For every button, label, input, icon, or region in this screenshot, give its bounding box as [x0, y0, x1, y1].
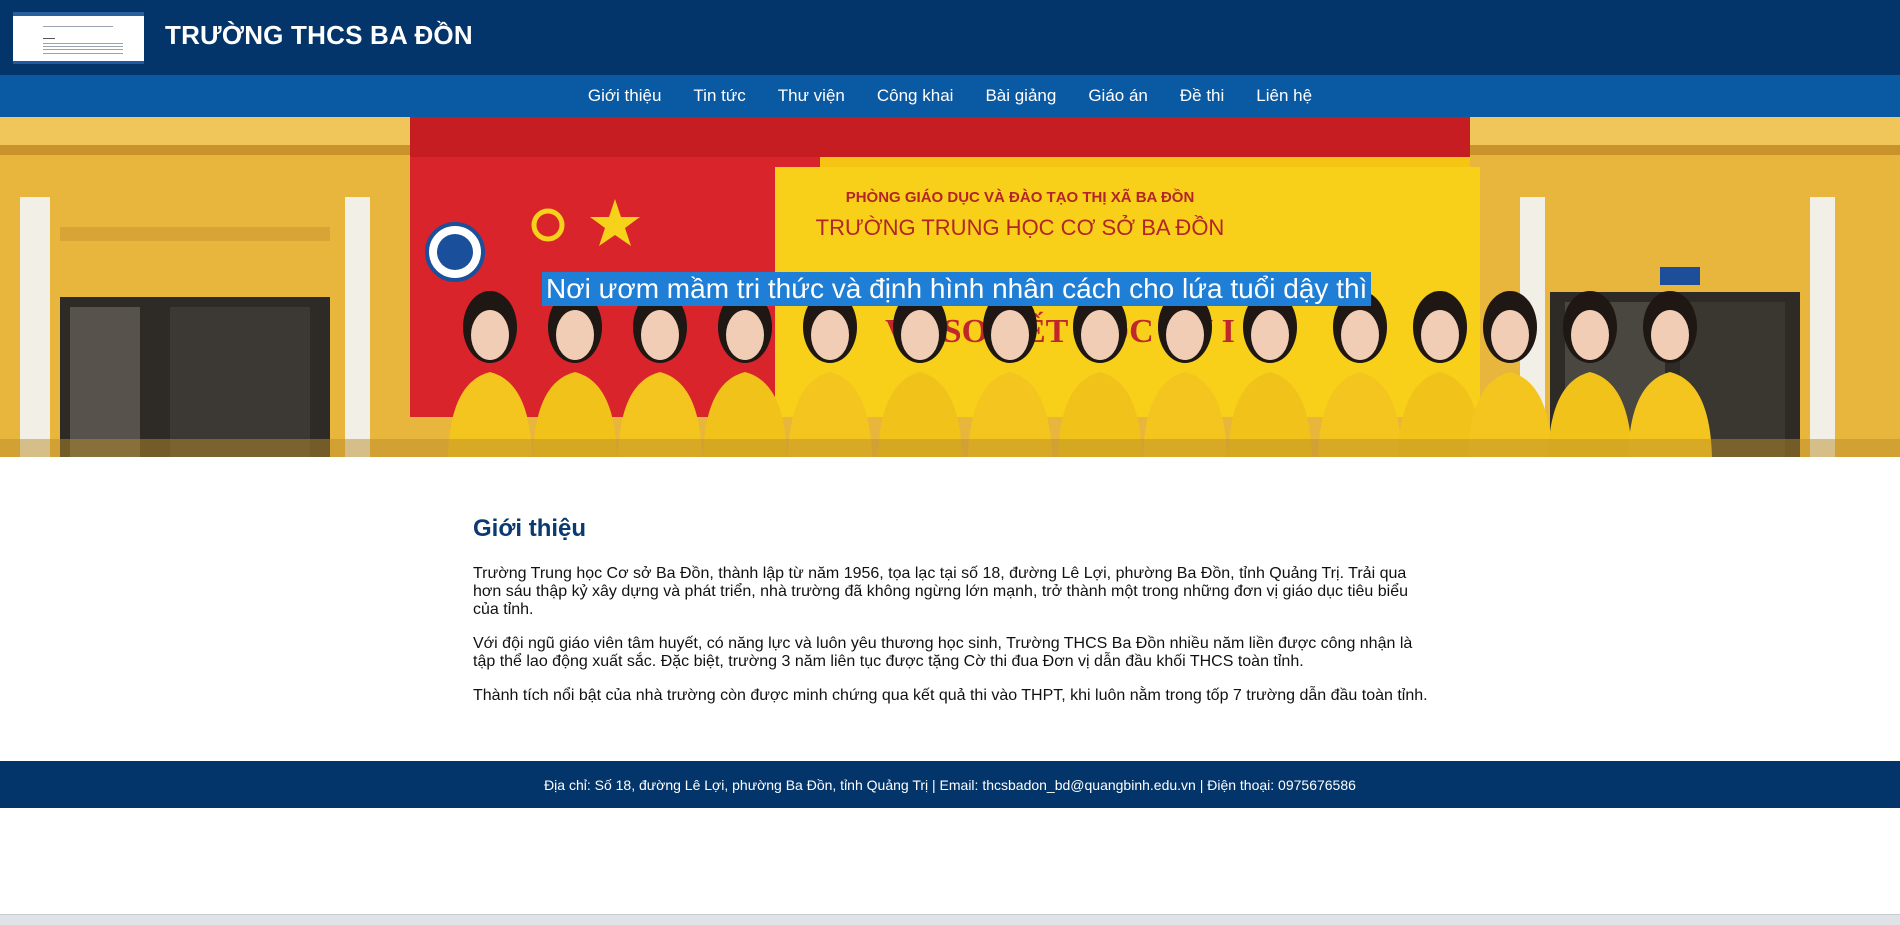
person-face [1081, 310, 1119, 360]
site-header: TRƯỜNG THCS BA ĐỒN [0, 0, 1900, 75]
nav-item-de-thi[interactable]: Đề thi [1164, 86, 1240, 106]
person-face [1491, 310, 1529, 360]
footer-contact: Địa chỉ: Số 18, đường Lê Lợi, phường Ba … [544, 776, 1356, 793]
intro-paragraph-3: Thành tích nổi bật của nhà trường còn đư… [473, 687, 1428, 704]
person-face [1251, 310, 1289, 360]
intro-section: Giới thiệu Trường Trung học Cơ sở Ba Đồn… [473, 515, 1438, 721]
nav-item-bai-giang[interactable]: Bài giảng [969, 86, 1072, 106]
person-face [556, 310, 594, 360]
person-face [901, 310, 939, 360]
person-face [1341, 310, 1379, 360]
site-footer: Địa chỉ: Số 18, đường Lê Lợi, phường Ba … [0, 761, 1900, 808]
hero-banner: PHÒNG GIÁO DỤC VÀ ĐÀO TẠO THỊ XÃ BA ĐỒN … [0, 117, 1900, 457]
banner-line-1: PHÒNG GIÁO DỤC VÀ ĐÀO TẠO THỊ XÃ BA ĐỒN [846, 188, 1195, 206]
hero-tagline: Nơi ươm mầm tri thức và định hình nhân c… [542, 272, 1372, 306]
person-face [811, 310, 849, 360]
site-title[interactable]: TRƯỜNG THCS BA ĐỒN [165, 20, 473, 51]
person-face [641, 310, 679, 360]
intro-paragraph-2: Với đội ngũ giáo viên tâm huyết, có năng… [473, 635, 1413, 670]
section-title: Giới thiệu [473, 515, 587, 542]
person-face [471, 310, 509, 360]
person-face [1166, 310, 1204, 360]
person-face [1651, 310, 1689, 360]
person-face [1571, 310, 1609, 360]
nav-item-tin-tuc[interactable]: Tin tức [677, 86, 761, 106]
logo-thumb-bar [13, 12, 144, 16]
intro-paragraph-1: Trường Trung học Cơ sở Ba Đồn, thành lập… [473, 565, 1408, 618]
nav-item-thu-vien[interactable]: Thư viện [762, 86, 861, 106]
main-nav: Giới thiệu Tin tức Thư viện Công khai Bà… [0, 75, 1900, 117]
nav-item-lien-he[interactable]: Liên hệ [1240, 86, 1328, 106]
person-face [726, 310, 764, 360]
banner-line-2: TRƯỜNG TRUNG HỌC CƠ SỞ BA ĐỒN [816, 215, 1225, 240]
window-bottom-strip [0, 914, 1900, 925]
nav-item-giao-an[interactable]: Giáo án [1072, 86, 1164, 106]
nav-item-cong-khai[interactable]: Công khai [861, 86, 970, 106]
person-face [991, 310, 1029, 360]
nav-item-gioi-thieu[interactable]: Giới thiệu [572, 86, 678, 106]
person-face [1421, 310, 1459, 360]
school-logo-thumbnail[interactable] [13, 12, 144, 64]
